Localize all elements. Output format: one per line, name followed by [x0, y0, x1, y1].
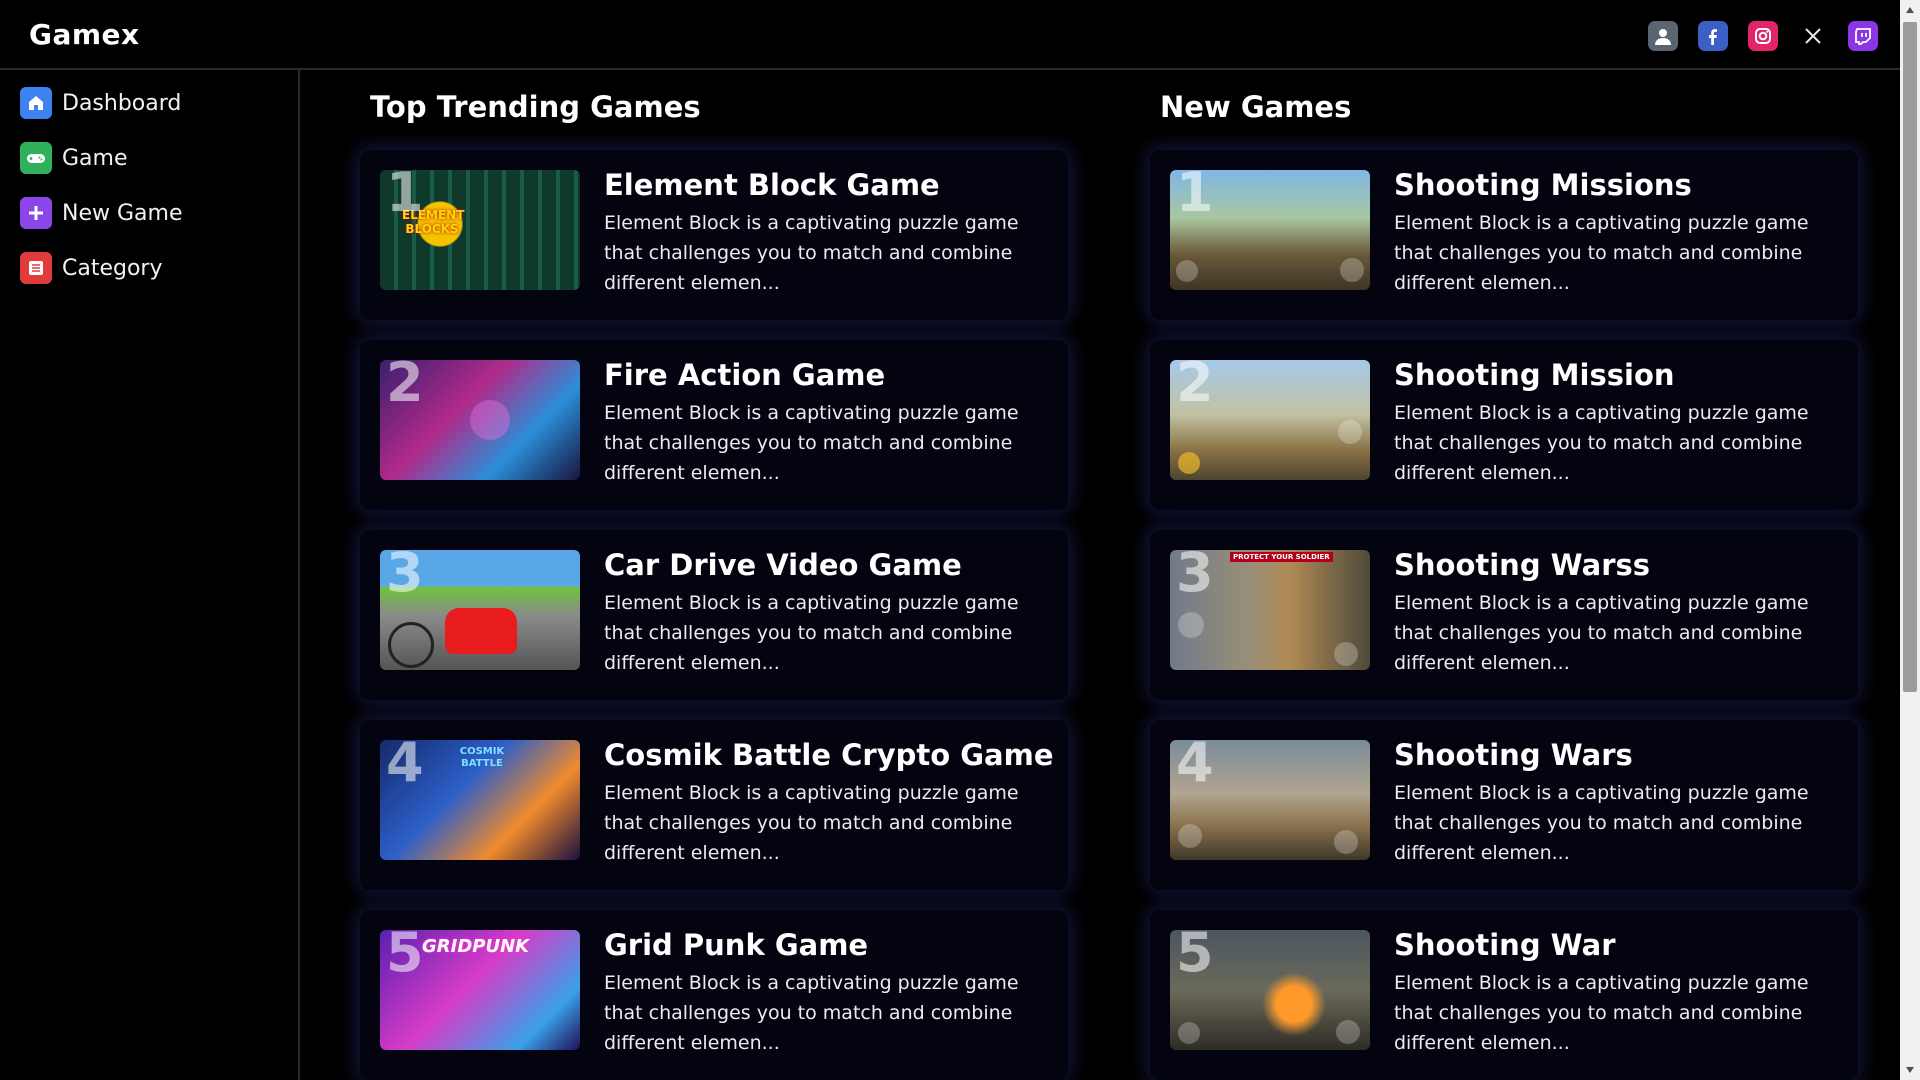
game-thumbnail[interactable]: GRIDPUNK 5 — [380, 930, 580, 1050]
game-title[interactable]: Shooting Wars — [1394, 738, 1633, 772]
game-card[interactable]: 1 Shooting Missions Element Block is a c… — [1150, 150, 1858, 320]
rank-number: 1 — [386, 170, 424, 224]
car-graphic — [445, 608, 517, 654]
scroll-down-arrow-icon[interactable] — [1900, 1060, 1920, 1080]
game-title[interactable]: Cosmik Battle Crypto Game — [604, 738, 1054, 772]
game-thumbnail[interactable]: 4 — [1170, 740, 1370, 860]
game-thumbnail[interactable]: ELEMENT BLOCKS 1 — [380, 170, 580, 290]
rank-number: 5 — [386, 930, 424, 984]
list-icon — [20, 252, 52, 284]
thumbnail-caption: COSMIK BATTLE — [459, 746, 505, 769]
rank-number: 4 — [1176, 740, 1214, 794]
game-description: Element Block is a captivating puzzle ga… — [604, 402, 1019, 484]
game-thumbnail[interactable]: COSMIK BATTLE 4 — [380, 740, 580, 860]
sidebar-item-label: Game — [62, 145, 128, 171]
social-links — [1648, 21, 1878, 51]
sidebar-item-dashboard[interactable]: Dashboard — [20, 86, 181, 120]
game-description: Element Block is a captivating puzzle ga… — [1394, 592, 1809, 674]
rank-number: 4 — [386, 740, 424, 794]
game-title[interactable]: Shooting Mission — [1394, 358, 1675, 392]
scrollbar-thumb[interactable] — [1903, 22, 1917, 692]
game-description: Element Block is a captivating puzzle ga… — [1394, 402, 1809, 484]
facebook-icon[interactable] — [1698, 21, 1728, 51]
rank-number: 3 — [1176, 550, 1214, 604]
section-title: New Games — [1160, 90, 1352, 124]
rank-number: 5 — [1176, 930, 1214, 984]
game-description: Element Block is a captivating puzzle ga… — [604, 212, 1019, 294]
game-card[interactable]: 5 Shooting War Element Block is a captiv… — [1150, 910, 1858, 1080]
game-title[interactable]: Shooting Warss — [1394, 548, 1650, 582]
scroll-up-arrow-icon[interactable] — [1900, 0, 1920, 20]
game-thumbnail[interactable]: 1 — [1170, 170, 1370, 290]
game-card[interactable]: 4 Shooting Wars Element Block is a capti… — [1150, 720, 1858, 890]
game-card[interactable]: ELEMENT BLOCKS 1 Element Block Game Elem… — [360, 150, 1068, 320]
game-description: Element Block is a captivating puzzle ga… — [1394, 972, 1809, 1054]
top-bar: Gamex — [0, 0, 1900, 70]
user-icon[interactable] — [1648, 21, 1678, 51]
game-title[interactable]: Car Drive Video Game — [604, 548, 962, 582]
sidebar-item-category[interactable]: Category — [20, 251, 163, 285]
home-icon — [20, 87, 52, 119]
game-card[interactable]: 2 Shooting Mission Element Block is a ca… — [1150, 340, 1858, 510]
sidebar-item-label: New Game — [62, 200, 183, 226]
sidebar: Dashboard Game New Game Category — [0, 70, 300, 1080]
section-title: Top Trending Games — [370, 90, 701, 124]
game-description: Element Block is a captivating puzzle ga… — [604, 592, 1019, 674]
game-description: Element Block is a captivating puzzle ga… — [1394, 212, 1809, 294]
sidebar-item-label: Dashboard — [62, 90, 182, 116]
game-thumbnail[interactable]: 5 — [1170, 930, 1370, 1050]
twitch-icon[interactable] — [1848, 21, 1878, 51]
x-icon[interactable] — [1798, 21, 1828, 51]
plus-icon — [20, 197, 52, 229]
game-thumbnail[interactable]: 2 — [1170, 360, 1370, 480]
game-title[interactable]: Fire Action Game — [604, 358, 885, 392]
rank-number: 3 — [386, 550, 424, 604]
game-title[interactable]: Grid Punk Game — [604, 928, 868, 962]
sidebar-item-game[interactable]: Game — [20, 141, 128, 175]
game-description: Element Block is a captivating puzzle ga… — [1394, 782, 1809, 864]
game-thumbnail[interactable]: 2 — [380, 360, 580, 480]
game-card[interactable]: COSMIK BATTLE 4 Cosmik Battle Crypto Gam… — [360, 720, 1068, 890]
game-thumbnail[interactable]: PROTECT YOUR SOLDIER 3 — [1170, 550, 1370, 670]
game-card[interactable]: 3 Car Drive Video Game Element Block is … — [360, 530, 1068, 700]
game-card[interactable]: GRIDPUNK 5 Grid Punk Game Element Block … — [360, 910, 1068, 1080]
rank-number: 1 — [1176, 170, 1214, 224]
instagram-icon[interactable] — [1748, 21, 1778, 51]
rank-number: 2 — [1176, 360, 1214, 414]
page-scrollbar[interactable] — [1900, 0, 1920, 1080]
thumbnail-caption: PROTECT YOUR SOLDIER — [1230, 552, 1333, 562]
gamepad-icon — [20, 142, 52, 174]
game-card[interactable]: 2 Fire Action Game Element Block is a ca… — [360, 340, 1068, 510]
game-title[interactable]: Shooting War — [1394, 928, 1616, 962]
game-title[interactable]: Shooting Missions — [1394, 168, 1692, 202]
sidebar-item-label: Category — [62, 255, 163, 281]
sidebar-item-new-game[interactable]: New Game — [20, 196, 182, 230]
game-description: Element Block is a captivating puzzle ga… — [604, 972, 1019, 1054]
game-thumbnail[interactable]: 3 — [380, 550, 580, 670]
game-card[interactable]: PROTECT YOUR SOLDIER 3 Shooting Warss El… — [1150, 530, 1858, 700]
game-description: Element Block is a captivating puzzle ga… — [604, 782, 1019, 864]
app-logo[interactable]: Gamex — [29, 18, 140, 51]
game-title[interactable]: Element Block Game — [604, 168, 940, 202]
rank-number: 2 — [386, 360, 424, 414]
thumbnail-caption: GRIDPUNK — [422, 936, 530, 957]
